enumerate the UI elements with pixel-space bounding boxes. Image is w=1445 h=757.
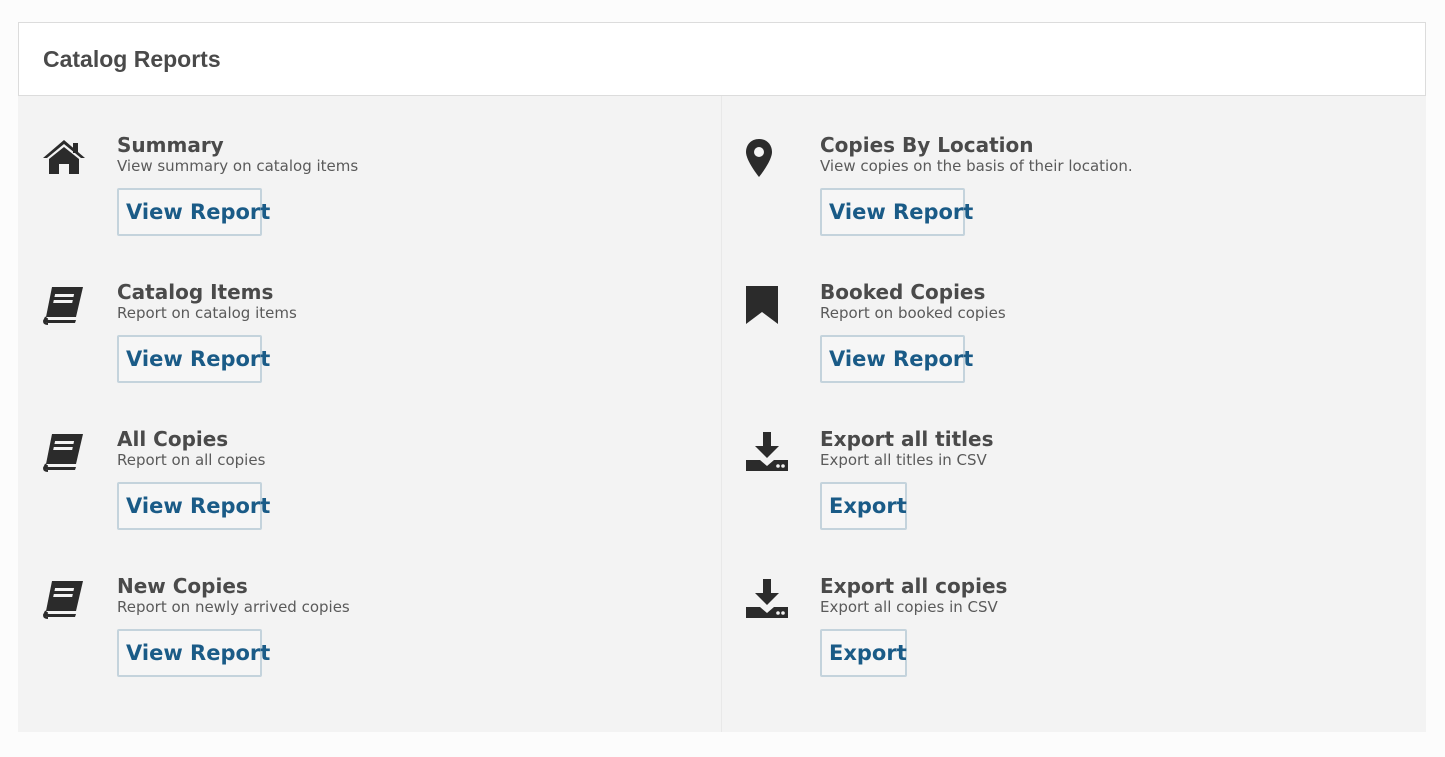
view-report-button[interactable]: View Report bbox=[820, 188, 973, 236]
export-button[interactable]: Export bbox=[820, 482, 907, 530]
export-button[interactable]: Export bbox=[820, 629, 907, 677]
report-title: Summary bbox=[117, 133, 224, 157]
report-summary: Summary View summary on catalog items Vi… bbox=[42, 133, 662, 268]
home-icon bbox=[42, 138, 88, 184]
report-description: Export all copies in CSV bbox=[820, 598, 998, 616]
report-catalog-items: Catalog Items Report on catalog items Vi… bbox=[42, 280, 662, 415]
report-description: View summary on catalog items bbox=[117, 157, 359, 175]
report-export-all-copies: Export all copies Export all copies in C… bbox=[745, 574, 1365, 709]
bookmark-icon bbox=[745, 285, 791, 331]
report-title: New Copies bbox=[117, 574, 248, 598]
report-new-copies: New Copies Report on newly arrived copie… bbox=[42, 574, 662, 709]
report-description: View copies on the basis of their locati… bbox=[820, 157, 1133, 175]
report-title: Copies By Location bbox=[820, 133, 1034, 157]
view-report-button[interactable]: View Report bbox=[117, 188, 270, 236]
report-export-all-titles: Export all titles Export all titles in C… bbox=[745, 427, 1365, 562]
view-report-button[interactable]: View Report bbox=[117, 482, 270, 530]
column-divider bbox=[721, 96, 722, 732]
view-report-button[interactable]: View Report bbox=[820, 335, 973, 383]
report-description: Report on booked copies bbox=[820, 304, 1006, 322]
book-icon bbox=[42, 432, 88, 478]
catalog-reports-panel: Catalog Reports Summary View summary on … bbox=[18, 22, 1426, 732]
panel-header: Catalog Reports bbox=[18, 22, 1426, 96]
book-icon bbox=[42, 285, 88, 331]
report-title: Booked Copies bbox=[820, 280, 986, 304]
report-copies-by-location: Copies By Location View copies on the ba… bbox=[745, 133, 1365, 268]
download-icon bbox=[745, 432, 791, 478]
download-icon bbox=[745, 579, 791, 625]
report-description: Report on all copies bbox=[117, 451, 266, 469]
report-description: Report on newly arrived copies bbox=[117, 598, 350, 616]
report-title: All Copies bbox=[117, 427, 229, 451]
report-title: Export all titles bbox=[820, 427, 994, 451]
view-report-button[interactable]: View Report bbox=[117, 335, 270, 383]
page-title: Catalog Reports bbox=[43, 46, 221, 72]
map-marker-icon bbox=[745, 138, 791, 184]
report-title: Catalog Items bbox=[117, 280, 274, 304]
report-booked-copies: Booked Copies Report on booked copies Vi… bbox=[745, 280, 1365, 415]
report-all-copies: All Copies Report on all copies View Rep… bbox=[42, 427, 662, 562]
book-icon bbox=[42, 579, 88, 625]
report-description: Report on catalog items bbox=[117, 304, 297, 322]
view-report-button[interactable]: View Report bbox=[117, 629, 270, 677]
report-title: Export all copies bbox=[820, 574, 1008, 598]
report-description: Export all titles in CSV bbox=[820, 451, 987, 469]
